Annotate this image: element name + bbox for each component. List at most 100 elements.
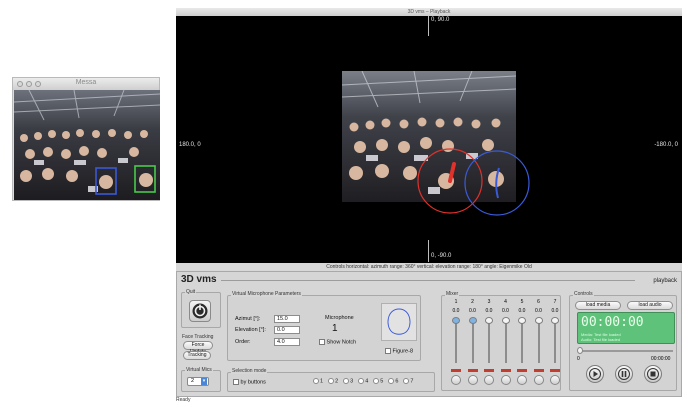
pause-icon — [618, 368, 630, 380]
figure8-label: Figure-8 — [392, 348, 414, 355]
by-buttons-checkbox[interactable] — [233, 379, 239, 385]
controls-title: Controls — [573, 291, 594, 297]
mic-radio-5[interactable]: 5 — [373, 378, 383, 384]
fader-knob[interactable] — [518, 317, 526, 324]
mixer-strips: 1 0.0 2 0.0 3 0.0 4 0.0 5 0.0 6 0.0 7 0.0 — [443, 299, 560, 389]
polar-pattern-display — [381, 303, 417, 341]
fader-knob[interactable] — [452, 317, 460, 324]
load-audio-button[interactable]: load audio — [627, 301, 673, 310]
playback-window: 3D vms – Playback 0, 90.0 0, -90.0 180.0… — [176, 8, 682, 271]
quit-group-title: Quit — [185, 289, 197, 295]
order-field[interactable]: 4.0 — [274, 338, 300, 346]
messa-titlebar[interactable]: Messa — [13, 78, 159, 90]
mic-radio-1[interactable]: 1 — [313, 378, 323, 384]
virtual-mics-title: Virtual Mics — [185, 367, 213, 373]
power-icon — [192, 303, 208, 319]
mute-button[interactable] — [500, 375, 511, 385]
mute-button[interactable] — [550, 375, 560, 385]
mixer-title: Mixer — [445, 291, 460, 297]
fader-track[interactable] — [554, 319, 556, 363]
fader-knob[interactable] — [485, 317, 493, 324]
chevron-down-icon: ▾ — [201, 378, 207, 385]
virtual-mics-select[interactable]: 2 ▾ — [187, 377, 209, 386]
messa-camera-view — [14, 90, 160, 200]
vms-title: 3D vms — [181, 274, 217, 285]
elevation-label: Elevation [°]: — [235, 327, 266, 333]
channel-value: 0.0 — [452, 308, 460, 314]
show-notch-option[interactable]: Show Notch — [319, 339, 356, 345]
fader-knob[interactable] — [501, 317, 510, 324]
play-icon — [589, 368, 601, 380]
mixer-channel: 3 0.0 — [482, 299, 496, 387]
mic-radio-6[interactable]: 6 — [388, 378, 398, 384]
channel-number: 2 — [471, 299, 474, 305]
stop-button[interactable] — [644, 365, 662, 383]
channel-indicator — [533, 369, 544, 372]
mixer-channel: 1 0.0 — [449, 299, 463, 387]
load-media-button[interactable]: load media — [575, 301, 621, 310]
microphone-label: Microphone — [325, 315, 354, 321]
mic-radio-3[interactable]: 3 — [343, 378, 353, 384]
playback-status: Controls horizontal: azimuth range: 360°… — [176, 263, 682, 271]
position-slider-knob[interactable] — [577, 347, 583, 354]
channel-value: 0.0 — [518, 308, 526, 314]
channel-value: 0.0 — [502, 308, 509, 314]
quit-button[interactable] — [189, 300, 211, 322]
fader-knob[interactable] — [468, 317, 477, 324]
channel-indicator — [517, 369, 527, 372]
pause-button[interactable] — [615, 365, 633, 383]
audience-image — [14, 90, 160, 200]
channel-number: 7 — [553, 299, 557, 305]
mic-radio-2[interactable]: 2 — [328, 378, 338, 384]
mute-button[interactable] — [484, 375, 494, 385]
fader-track[interactable] — [488, 319, 490, 363]
fader-knob[interactable] — [551, 317, 559, 324]
force-update-button[interactable]: Force Update — [183, 341, 213, 355]
mute-button[interactable] — [451, 375, 461, 385]
azimut-field[interactable]: 15.0 — [274, 315, 300, 323]
mic-direction-red[interactable] — [448, 162, 456, 183]
figure8-option[interactable]: Figure-8 — [385, 348, 413, 354]
show-notch-checkbox[interactable] — [319, 339, 325, 345]
azimut-label: Azimut [°]: — [235, 316, 261, 322]
mic-radio-4[interactable]: 4 — [358, 378, 368, 384]
virtual-mic-overlay — [417, 148, 530, 216]
mic-radio-7[interactable]: 7 — [403, 378, 413, 384]
mute-button[interactable] — [467, 375, 478, 385]
fader-track[interactable] — [455, 319, 457, 363]
position-end: 00:00:00 — [651, 356, 671, 362]
mixer-channel: 6 0.0 — [532, 299, 546, 387]
time-readout: 00:00:00 — [581, 315, 644, 330]
fader-track[interactable] — [471, 319, 474, 363]
channel-number: 3 — [487, 299, 491, 305]
figure8-checkbox[interactable] — [385, 348, 391, 354]
messa-window: Messa — [12, 77, 160, 201]
selection-mode-title: Selection mode — [231, 368, 268, 374]
channel-indicator — [484, 369, 494, 372]
position-start: 0 — [577, 356, 580, 362]
order-label: Order: — [235, 339, 251, 345]
fader-knob[interactable] — [534, 317, 543, 324]
position-slider[interactable] — [579, 350, 673, 352]
channel-indicator — [550, 369, 560, 372]
lcd-line-2: Audio: Test file loaded — [581, 337, 621, 342]
fader-track[interactable] — [504, 319, 507, 363]
mute-button[interactable] — [533, 375, 544, 385]
face-tracking-title: Face Tracking — [181, 334, 215, 340]
fader-track[interactable] — [537, 319, 540, 363]
mic-direction-blue — [495, 167, 500, 199]
elevation-field[interactable]: 0.0 — [274, 326, 300, 334]
mute-button[interactable] — [517, 375, 527, 385]
channel-number: 6 — [537, 299, 540, 305]
channel-indicator — [500, 369, 511, 372]
stop-icon — [647, 368, 659, 380]
fader-track[interactable] — [521, 319, 523, 363]
messa-title: Messa — [75, 79, 97, 86]
play-button[interactable] — [586, 365, 604, 383]
by-buttons-option[interactable]: by buttons — [233, 379, 266, 385]
channel-number: 1 — [454, 299, 458, 305]
channel-number: 5 — [520, 299, 524, 305]
channel-value: 0.0 — [469, 308, 476, 314]
tracking-button[interactable]: Tracking — [183, 351, 211, 360]
mic-radio-group: 1 2 3 4 5 6 7 — [313, 378, 413, 384]
